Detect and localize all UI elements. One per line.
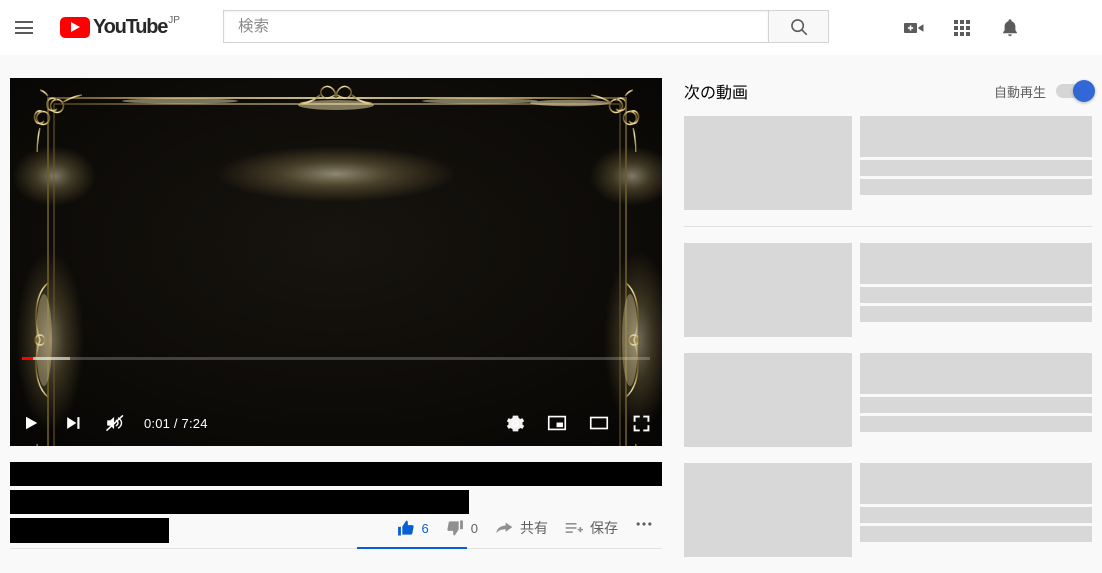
progress-track (22, 357, 650, 360)
skeleton-line (860, 416, 1092, 432)
search-icon (790, 18, 807, 35)
play-button[interactable] (10, 400, 52, 446)
skeleton-line (860, 243, 1092, 284)
more-actions-button[interactable] (626, 508, 662, 548)
theater-mode-button[interactable] (578, 400, 620, 446)
more-horizontal-icon (636, 522, 652, 526)
dislike-button[interactable]: 0 (437, 508, 486, 548)
skeleton-text-lines (860, 243, 1092, 337)
share-arrow-icon (496, 522, 513, 533)
skeleton-thumbnail (684, 463, 852, 557)
video-meta: 6 0 共有 保存 (10, 462, 662, 549)
video-title-redacted (10, 462, 662, 486)
miniplayer-button[interactable] (536, 400, 578, 446)
bell-icon (1003, 18, 1017, 36)
video-channel-redacted (10, 518, 169, 543)
skeleton-line (860, 463, 1092, 504)
play-icon (26, 416, 38, 430)
autoplay-toggle-knob (1073, 80, 1095, 102)
up-next-header: 次の動画 自動再生 (684, 78, 1095, 104)
autoplay-toggle[interactable] (1056, 80, 1095, 102)
dislike-count: 0 (470, 520, 478, 536)
skeleton-line (860, 526, 1092, 542)
player-controls: 0:01 / 7:24 (10, 357, 662, 446)
like-count: 6 (421, 520, 429, 536)
thumbs-down-icon (447, 520, 463, 536)
youtube-logo[interactable]: YouTube JP (60, 15, 180, 41)
up-next-skeleton-item[interactable] (684, 243, 1092, 337)
skeleton-line (860, 287, 1092, 303)
time-display: 0:01 / 7:24 (144, 415, 208, 431)
share-label: 共有 (520, 520, 548, 536)
skeleton-line (860, 353, 1092, 394)
up-next-divider (684, 226, 1092, 227)
skeleton-line (860, 397, 1092, 413)
masthead-actions (890, 0, 1034, 55)
youtube-play-badge-icon (60, 16, 90, 38)
miniplayer-icon (547, 415, 567, 431)
progress-played (22, 357, 33, 360)
skeleton-text-lines (860, 353, 1092, 447)
skeleton-line (860, 507, 1092, 523)
fullscreen-icon (633, 415, 649, 431)
video-player[interactable]: 0:01 / 7:24 (10, 78, 662, 446)
video-frame-artwork (10, 78, 662, 446)
primary-column: 0:01 / 7:24 6 0 共有 保存 (10, 78, 662, 549)
skeleton-thumbnail (684, 243, 852, 337)
like-section-underline (357, 547, 467, 549)
meta-divider (10, 548, 662, 549)
skeleton-line (860, 306, 1092, 322)
up-next-skeleton-item[interactable] (684, 463, 1092, 557)
youtube-country-code: JP (168, 14, 180, 26)
skeleton-text-lines (860, 116, 1092, 210)
volume-muted-icon (106, 415, 124, 431)
up-next-title: 次の動画 (684, 85, 749, 102)
save-to-playlist-icon (565, 523, 583, 533)
gear-icon (506, 415, 524, 431)
video-actions: 6 0 共有 保存 (388, 508, 662, 548)
mute-button[interactable] (94, 400, 136, 446)
theater-mode-icon (589, 416, 609, 430)
up-next-skeleton-item[interactable] (684, 116, 1092, 210)
apps-button[interactable] (938, 4, 986, 52)
youtube-watch-page: YouTube JP 検索 0:01 / 7:24 6 0 共有 保存 次の動画… (0, 0, 1102, 573)
search-input[interactable] (223, 10, 768, 43)
up-next-list (684, 116, 1092, 573)
save-button[interactable]: 保存 (556, 508, 626, 548)
thumbs-up-icon (397, 520, 414, 536)
hamburger-icon (15, 21, 33, 34)
guide-menu-button[interactable] (4, 8, 44, 48)
autoplay-label: 自動再生 (993, 84, 1046, 100)
skeleton-line (860, 179, 1092, 195)
search-area (223, 10, 829, 43)
skeleton-line (860, 116, 1092, 157)
skeleton-line (860, 160, 1092, 176)
skeleton-thumbnail (684, 353, 852, 447)
apps-grid-icon (954, 19, 970, 36)
secondary-column: 次の動画 自動再生 (684, 78, 1095, 573)
up-next-skeleton-item[interactable] (684, 353, 1092, 447)
progress-bar[interactable] (22, 356, 650, 360)
skeleton-thumbnail (684, 116, 852, 210)
controls-row: 0:01 / 7:24 (10, 400, 662, 446)
create-video-button[interactable] (890, 4, 938, 52)
like-button[interactable]: 6 (388, 508, 437, 548)
settings-button[interactable] (494, 400, 536, 446)
fullscreen-button[interactable] (620, 400, 662, 446)
share-button[interactable]: 共有 (486, 508, 556, 548)
autoplay-control: 自動再生 (993, 80, 1095, 102)
save-label: 保存 (590, 520, 618, 536)
masthead: YouTube JP (0, 0, 1102, 55)
youtube-wordmark: YouTube (93, 15, 168, 38)
next-video-button[interactable] (52, 400, 94, 446)
notifications-button[interactable] (986, 4, 1034, 52)
video-camera-plus-icon (904, 22, 924, 33)
search-button[interactable] (768, 10, 829, 43)
skeleton-text-lines (860, 463, 1092, 557)
next-track-icon (67, 417, 80, 429)
